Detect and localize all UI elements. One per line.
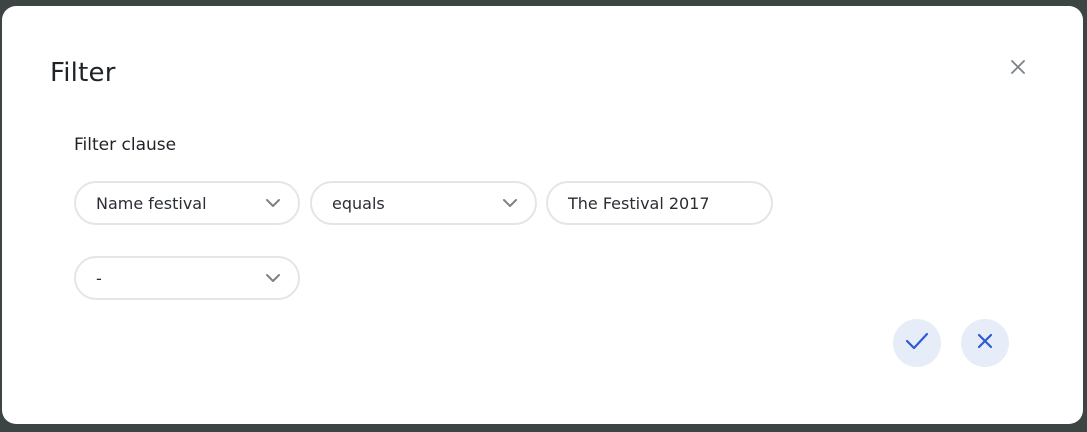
close-icon[interactable] — [1007, 56, 1029, 78]
cancel-button[interactable] — [961, 319, 1009, 367]
operator-select[interactable]: equals — [310, 181, 537, 225]
logic-select-value: - — [96, 268, 102, 288]
field-select[interactable]: Name festival — [74, 181, 300, 225]
chevron-down-icon — [501, 194, 519, 212]
operator-select-value: equals — [332, 193, 385, 213]
filter-clause-label: Filter clause — [74, 135, 177, 155]
value-input[interactable]: The Festival 2017 — [546, 181, 773, 225]
check-icon — [905, 331, 929, 355]
logic-select[interactable]: - — [74, 256, 300, 300]
dialog-title: Filter — [50, 58, 116, 88]
confirm-button[interactable] — [893, 319, 941, 367]
value-input-text: The Festival 2017 — [568, 193, 710, 213]
field-select-value: Name festival — [96, 193, 207, 213]
chevron-down-icon — [264, 194, 282, 212]
chevron-down-icon — [264, 269, 282, 287]
x-icon — [976, 332, 994, 354]
filter-dialog: Filter Filter clause Name festival equal… — [2, 6, 1083, 424]
